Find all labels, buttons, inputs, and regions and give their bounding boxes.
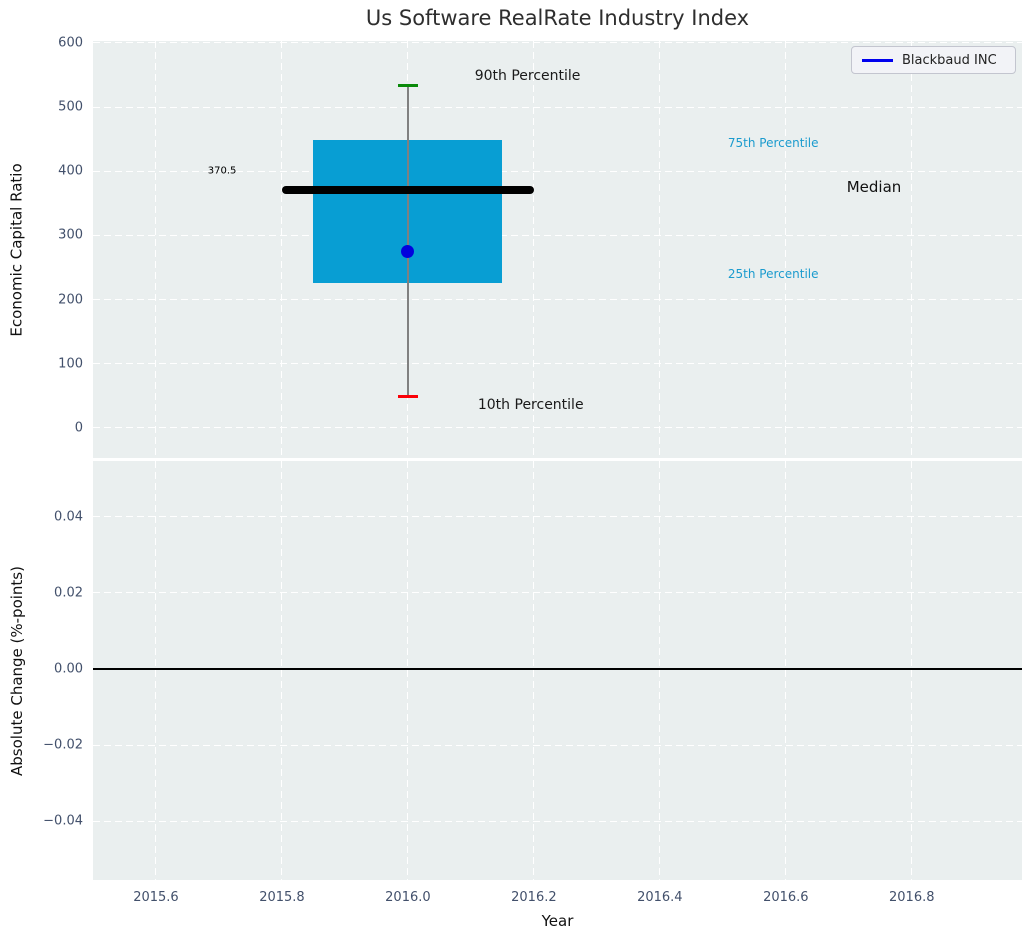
ytick-label: 0.02	[54, 585, 83, 601]
bottom-axes	[93, 461, 1022, 880]
y-axis-label-top: Economic Capital Ratio	[8, 162, 27, 337]
median-line	[281, 186, 534, 195]
ytick-label: 600	[58, 35, 83, 51]
xtick-label: 2016.8	[889, 890, 935, 905]
legend-label: Blackbaud INC	[902, 52, 997, 68]
gridline-v	[407, 461, 409, 880]
ytick-label: 300	[58, 227, 83, 243]
gridline-v	[281, 461, 283, 880]
chart-title: Us Software RealRate Industry Index	[365, 6, 750, 30]
ytick-label: 400	[58, 163, 83, 179]
gridline-h	[93, 427, 1022, 429]
gridline-h	[93, 106, 1022, 108]
ytick-label: 500	[58, 99, 83, 115]
legend-line-sample	[862, 58, 893, 62]
annotation-90th-percentile: 90th Percentile	[474, 68, 581, 85]
ytick-label: 200	[58, 292, 83, 308]
gridline-v	[911, 41, 913, 458]
ytick-label: −0.04	[43, 813, 83, 829]
zero-line	[93, 668, 1022, 670]
gridline-v	[533, 461, 535, 880]
x-axis-label: Year	[541, 912, 574, 930]
ytick-label: 0.00	[54, 661, 83, 677]
gridline-h	[93, 363, 1022, 365]
gridline-h	[93, 744, 1022, 746]
gridline-v	[155, 41, 157, 458]
ytick-label: 0	[74, 420, 83, 436]
gridline-h	[93, 42, 1022, 44]
whisker-line	[407, 85, 409, 397]
xtick-label: 2015.8	[259, 890, 305, 905]
whisker-cap-p10	[397, 394, 418, 398]
annotation-10th-percentile: 10th Percentile	[477, 396, 584, 413]
xtick-label: 2016.0	[385, 890, 431, 905]
gridline-v	[659, 461, 661, 880]
xtick-label: 2016.6	[763, 890, 809, 905]
gridline-v	[533, 41, 535, 458]
gridline-h	[93, 234, 1022, 236]
gridline-h	[93, 299, 1022, 301]
figure-canvas: Us Software RealRate Industry Index Econ…	[0, 0, 1034, 942]
ytick-label: 100	[58, 356, 83, 372]
annotation-75th-percentile: 75th Percentile	[727, 136, 819, 150]
gridline-h	[93, 592, 1022, 594]
annotation-370.5: 370.5	[207, 165, 237, 177]
annotation-median: Median	[846, 177, 902, 196]
top-axes: 90th Percentile 75th Percentile Median 370.…	[93, 41, 1022, 458]
xtick-label: 2016.4	[637, 890, 683, 905]
xtick-label: 2015.6	[133, 890, 179, 905]
legend: Blackbaud INC	[851, 46, 1016, 74]
gridline-v	[785, 461, 787, 880]
gridline-v	[155, 461, 157, 880]
xtick-label: 2016.2	[511, 890, 557, 905]
gridline-v	[785, 41, 787, 458]
gridline-v	[281, 41, 283, 458]
gridline-v	[911, 461, 913, 880]
gridline-h	[93, 820, 1022, 822]
gridline-h	[93, 516, 1022, 518]
gridline-v	[659, 41, 661, 458]
whisker-cap-p90	[397, 84, 418, 88]
annotation-25th-percentile: 25th Percentile	[727, 266, 819, 281]
ytick-label: −0.02	[43, 737, 83, 753]
ytick-label: 0.04	[54, 509, 83, 525]
